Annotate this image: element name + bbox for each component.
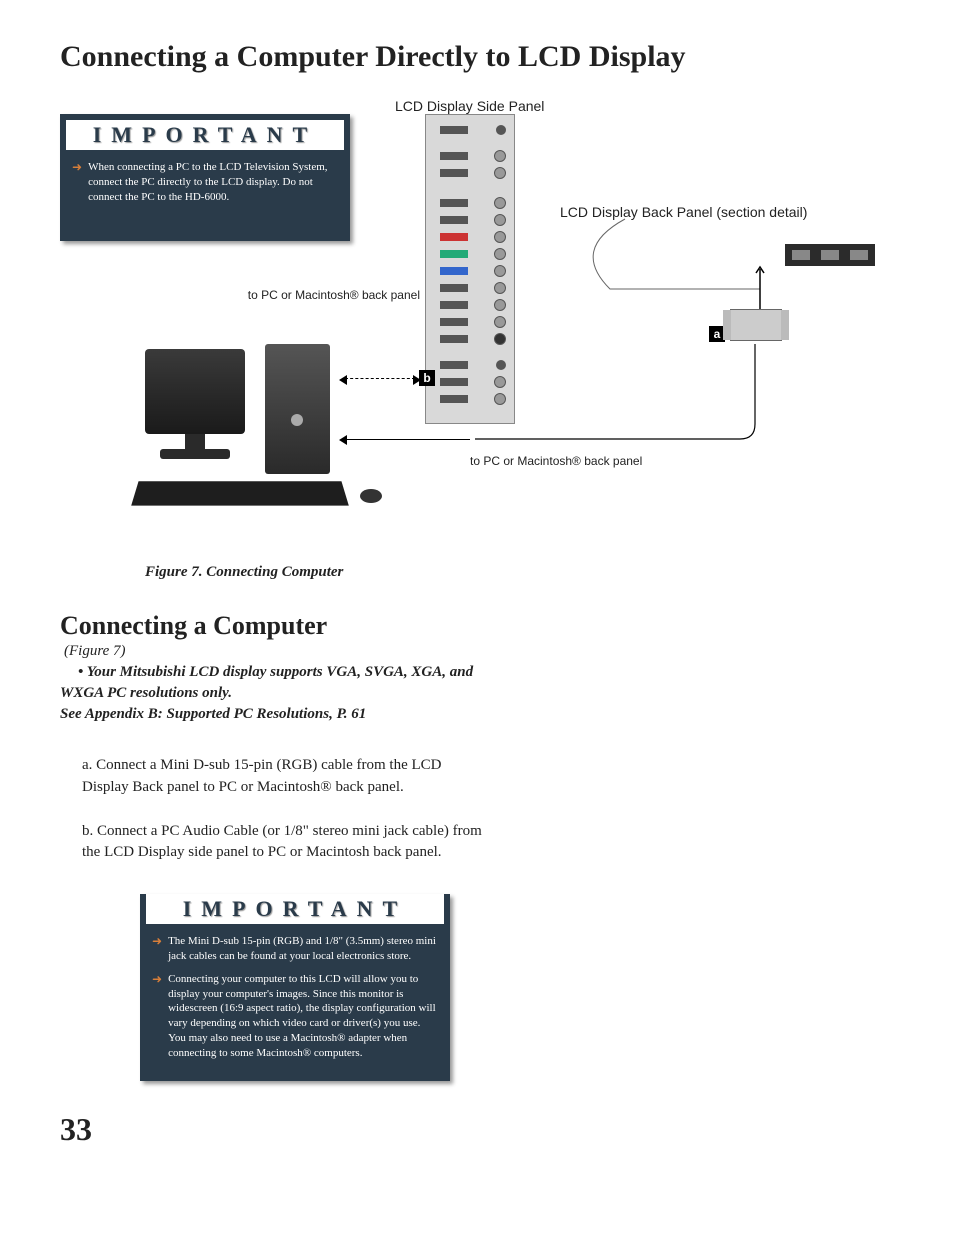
important-header: IMPORTANT: [66, 120, 344, 150]
figure-caption: Figure 7. Connecting Computer: [145, 564, 894, 581]
cable-curve: [470, 339, 790, 459]
step-b: b. Connect a PC Audio Cable (or 1/8" ste…: [82, 821, 482, 865]
resolution-note: • Your Mitsubishi LCD display supports V…: [60, 662, 480, 725]
note-appendix: See Appendix B: Supported PC Resolutions…: [60, 706, 366, 722]
arrow-b: [345, 378, 415, 380]
vga-connector-graphic: [730, 309, 782, 341]
arrow-lower: [345, 439, 470, 440]
important-bottom-text-2: Connecting your computer to this LCD wil…: [168, 972, 438, 1061]
section-title: Connecting a Computer: [60, 611, 894, 641]
page-number: 33: [60, 1111, 894, 1148]
label-side-panel: LCD Display Side Panel: [395, 98, 544, 114]
arrow-icon: ➜: [152, 934, 162, 964]
figure-reference: (Figure 7): [64, 643, 894, 660]
curve-back-panel: [560, 219, 880, 349]
page-title: Connecting a Computer Directly to LCD Di…: [60, 40, 894, 74]
marker-b: b: [419, 370, 435, 386]
important-bottom-text-1: The Mini D-sub 15-pin (RGB) and 1/8" (3.…: [168, 934, 438, 964]
label-to-pc-left: to PC or Macintosh® back panel: [240, 288, 420, 302]
important-header-bottom: IMPORTANT: [146, 894, 444, 924]
label-back-panel: LCD Display Back Panel (section detail): [560, 204, 807, 220]
computer-graphic: [135, 349, 395, 509]
arrow-icon: ➜: [152, 972, 162, 1061]
important-box-bottom: IMPORTANT ➜ The Mini D-sub 15-pin (RGB) …: [140, 894, 450, 1081]
important-box-top: IMPORTANT ➜ When connecting a PC to the …: [60, 114, 350, 241]
instruction-steps: a. Connect a Mini D-sub 15-pin (RGB) cab…: [82, 755, 482, 864]
note-bullet: • Your Mitsubishi LCD display supports V…: [60, 664, 473, 701]
arrow-icon: ➜: [72, 160, 82, 205]
figure-7-diagram: IMPORTANT ➜ When connecting a PC to the …: [60, 94, 894, 534]
important-text: When connecting a PC to the LCD Televisi…: [88, 160, 338, 205]
step-a: a. Connect a Mini D-sub 15-pin (RGB) cab…: [82, 755, 482, 799]
